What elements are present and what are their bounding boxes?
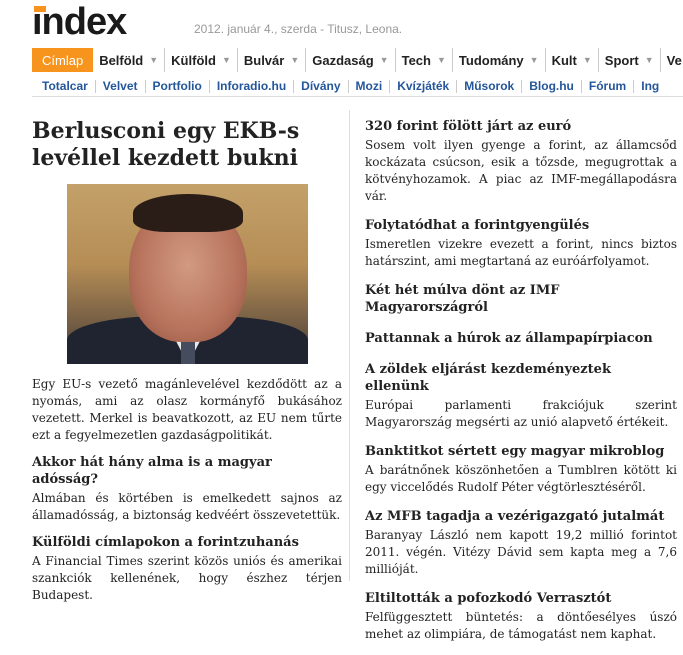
chevron-down-icon[interactable]: ▼ xyxy=(222,55,231,65)
main-nav: Címlap Belföld ▼ Külföld ▼ Bulvár ▼ Gazdasá… xyxy=(32,48,683,72)
news-item: A zöldek eljárást kezdeményeztek ellenün… xyxy=(365,361,677,431)
nav-item-kult[interactable]: Kult ▼ xyxy=(546,48,599,72)
nav-item-tudomany[interactable]: Tudomány ▼ xyxy=(453,48,546,72)
news-item: Pattannak a húrok az állampapírpiacon xyxy=(365,330,677,347)
chevron-down-icon[interactable]: ▼ xyxy=(645,55,654,65)
photo-hair xyxy=(133,194,243,232)
main-headline[interactable]: Berlusconi egy EKB-s levéllel kezdett bu… xyxy=(32,118,342,172)
partner-link[interactable]: Műsorok xyxy=(457,79,523,93)
news-headline[interactable]: Folytatódhat a forintgyengülés xyxy=(365,217,677,234)
news-headline[interactable]: Két hét múlva dönt az IMF Magyarországró… xyxy=(365,282,677,316)
main-lead: Egy EU-s vezető magánlevelével kezdődött… xyxy=(32,377,342,442)
partner-link[interactable]: Velvet xyxy=(96,79,146,93)
main-story-photo[interactable] xyxy=(67,184,308,364)
partner-link[interactable]: Dívány xyxy=(294,79,349,93)
news-summary: Európai parlamenti frakciójuk szerint Ma… xyxy=(365,398,677,429)
news-item: Folytatódhat a forintgyengülés Ismeretle… xyxy=(365,217,677,270)
nav-label: Kult xyxy=(551,52,577,68)
partner-link[interactable]: Fórum xyxy=(582,79,635,93)
news-summary: Felfüggesztett büntetés: a döntőesélyes … xyxy=(365,610,677,641)
news-summary: Ismeretlen vizekre evezett a forint, nin… xyxy=(365,237,677,268)
nav-item-sport[interactable]: Sport ▼ xyxy=(599,48,661,72)
nav-label: Külföld xyxy=(171,52,216,68)
news-item: Két hét múlva dönt az IMF Magyarországró… xyxy=(365,282,677,316)
logo-text: index xyxy=(32,1,127,43)
story-headline[interactable]: Akkor hát hány alma is a magyar adósság? xyxy=(32,454,342,488)
chevron-down-icon[interactable]: ▼ xyxy=(437,55,446,65)
logo-accent xyxy=(34,6,46,12)
news-item: Banktitkot sértett egy magyar mikroblog … xyxy=(365,443,677,496)
news-item: Az MFB tagadja a vezérigazgató jutalmát … xyxy=(365,508,677,578)
nav-label: Ve xyxy=(666,52,682,68)
chevron-down-icon[interactable]: ▼ xyxy=(290,55,299,65)
news-headline[interactable]: Az MFB tagadja a vezérigazgató jutalmát xyxy=(365,508,677,525)
news-summary: A barátnőnek köszönhetően a Tumblren köt… xyxy=(365,463,677,494)
story-item: Külföldi címlapokon a forintzuhanás A Fi… xyxy=(32,534,342,604)
partner-link[interactable]: Blog.hu xyxy=(522,79,582,93)
chevron-down-icon[interactable]: ▼ xyxy=(149,55,158,65)
partner-link[interactable]: Kvízjáték xyxy=(390,79,458,93)
main-story: Berlusconi egy EKB-s levéllel kezdett bu… xyxy=(32,118,342,604)
partner-link[interactable]: Totalcar xyxy=(32,79,96,93)
nav-item-cimlap[interactable]: Címlap xyxy=(32,48,94,72)
nav-item-bulvar[interactable]: Bulvár ▼ xyxy=(238,48,307,72)
news-headline[interactable]: Eltiltották a pofozkodó Verrasztót xyxy=(365,590,677,607)
news-headline[interactable]: Pattannak a húrok az állampapírpiacon xyxy=(365,330,677,347)
site-header: index 2012. január 4., szerda - Titusz, … xyxy=(0,0,683,44)
story-headline[interactable]: Külföldi címlapokon a forintzuhanás xyxy=(32,534,342,551)
nav-label: Sport xyxy=(604,52,639,68)
partner-link[interactable]: Inforadio.hu xyxy=(210,79,295,93)
news-item: Eltiltották a pofozkodó Verrasztót Felfü… xyxy=(365,590,677,643)
nav-label: Tech xyxy=(401,52,431,68)
partner-link[interactable]: Portfolio xyxy=(146,79,210,93)
nav-label: Címlap xyxy=(42,52,84,68)
chevron-down-icon[interactable]: ▼ xyxy=(530,55,539,65)
nav-item-gazdasag[interactable]: Gazdaság ▼ xyxy=(306,48,396,72)
news-item: 320 forint fölött járt az euró Sosem vol… xyxy=(365,118,677,205)
nav-item-kulfold[interactable]: Külföld ▼ xyxy=(165,48,238,72)
chevron-down-icon[interactable]: ▼ xyxy=(583,55,592,65)
nav-label: Belföld xyxy=(99,52,144,68)
column-divider xyxy=(349,110,350,581)
story-summary: Almában és körtében is emelkedett sajnos… xyxy=(32,491,342,522)
news-headline[interactable]: Banktitkot sértett egy magyar mikroblog xyxy=(365,443,677,460)
nav-label: Bulvár xyxy=(243,52,285,68)
partner-link[interactable]: Ing xyxy=(634,79,666,93)
nav-label: Gazdaság xyxy=(312,52,374,68)
nav-item-ve[interactable]: Ve xyxy=(661,48,683,72)
news-headline[interactable]: A zöldek eljárást kezdeményeztek ellenün… xyxy=(365,361,677,395)
story-summary: A Financial Times szerint közös uniós és… xyxy=(32,554,342,602)
news-summary: Baranyay László nem kapott 19,2 millió f… xyxy=(365,528,677,576)
nav-item-tech[interactable]: Tech ▼ xyxy=(396,48,453,72)
news-headline[interactable]: 320 forint fölött járt az euró xyxy=(365,118,677,135)
story-item: Akkor hát hány alma is a magyar adósság?… xyxy=(32,454,342,524)
news-summary: Sosem volt ilyen gyenge a forint, az áll… xyxy=(365,138,677,203)
partner-nav: Totalcar Velvet Portfolio Inforadio.hu D… xyxy=(32,76,683,97)
partner-link[interactable]: Mozi xyxy=(349,79,391,93)
nav-label: Tudomány xyxy=(458,52,524,68)
news-list: 320 forint fölött járt az euró Sosem vol… xyxy=(365,118,677,655)
index-logo[interactable]: index xyxy=(32,1,127,43)
nav-item-belfold[interactable]: Belföld ▼ xyxy=(93,48,166,72)
dateline: 2012. január 4., szerda - Titusz, Leona. xyxy=(194,22,403,36)
chevron-down-icon[interactable]: ▼ xyxy=(380,55,389,65)
